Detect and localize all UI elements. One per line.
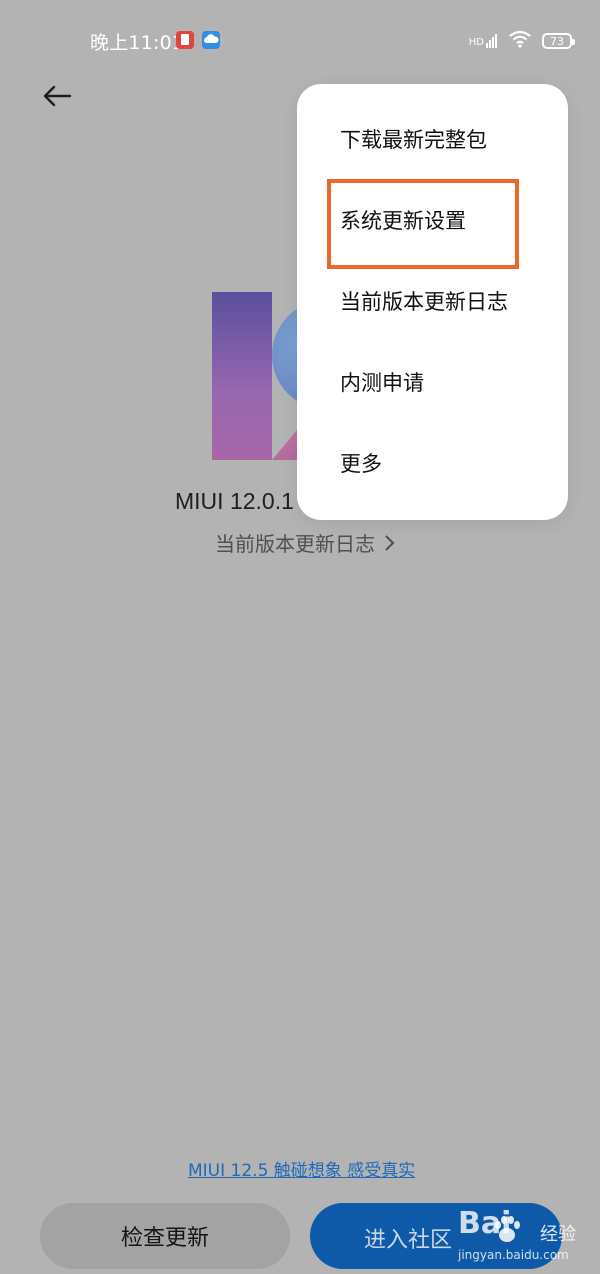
version-label: MIUI 12.0.1 (175, 488, 294, 514)
arrow-left-icon (43, 85, 72, 107)
menu-item-changelog[interactable]: 当前版本更新日志 (340, 282, 508, 322)
baidu-watermark: Bai 经验 jingyan.baidu.com (448, 1200, 578, 1270)
highlight-annotation-box (327, 179, 519, 269)
logo-bar-part (212, 292, 272, 460)
chevron-right-icon (385, 534, 395, 551)
cloud-icon (202, 31, 220, 49)
watermark-word: 经验 (540, 1224, 576, 1245)
network-type-label: HD (468, 37, 484, 48)
menu-item-download-full-package[interactable]: 下载最新完整包 (340, 120, 487, 160)
menu-item-beta-apply[interactable]: 内测申请 (340, 363, 424, 403)
battery-icon: 73 (542, 33, 575, 49)
status-time: 晚上11:01 (90, 32, 185, 54)
signal-icon: HD (469, 34, 498, 48)
enter-community-label: 进入社区 (364, 1228, 453, 1253)
promo-link[interactable]: MIUI 12.5 触碰想象 感受真实 (188, 1156, 415, 1181)
status-indicators: HD 73 (469, 30, 575, 52)
watermark-url: jingyan.baidu.com (458, 1248, 569, 1262)
changelog-link-label: 当前版本更新日志 (215, 532, 375, 556)
wifi-icon (508, 30, 532, 52)
red-app-icon (176, 31, 194, 49)
check-update-button[interactable]: 检查更新 (40, 1203, 290, 1269)
paw-icon (495, 1216, 520, 1242)
overflow-menu: 下载最新完整包 系统更新设置 当前版本更新日志 内测申请 更多 (297, 84, 568, 520)
back-button[interactable] (40, 80, 74, 114)
changelog-link[interactable]: 当前版本更新日志 (215, 528, 395, 557)
menu-item-more[interactable]: 更多 (340, 444, 382, 484)
status-bar: 晚上11:01 HD 73 (0, 0, 600, 80)
